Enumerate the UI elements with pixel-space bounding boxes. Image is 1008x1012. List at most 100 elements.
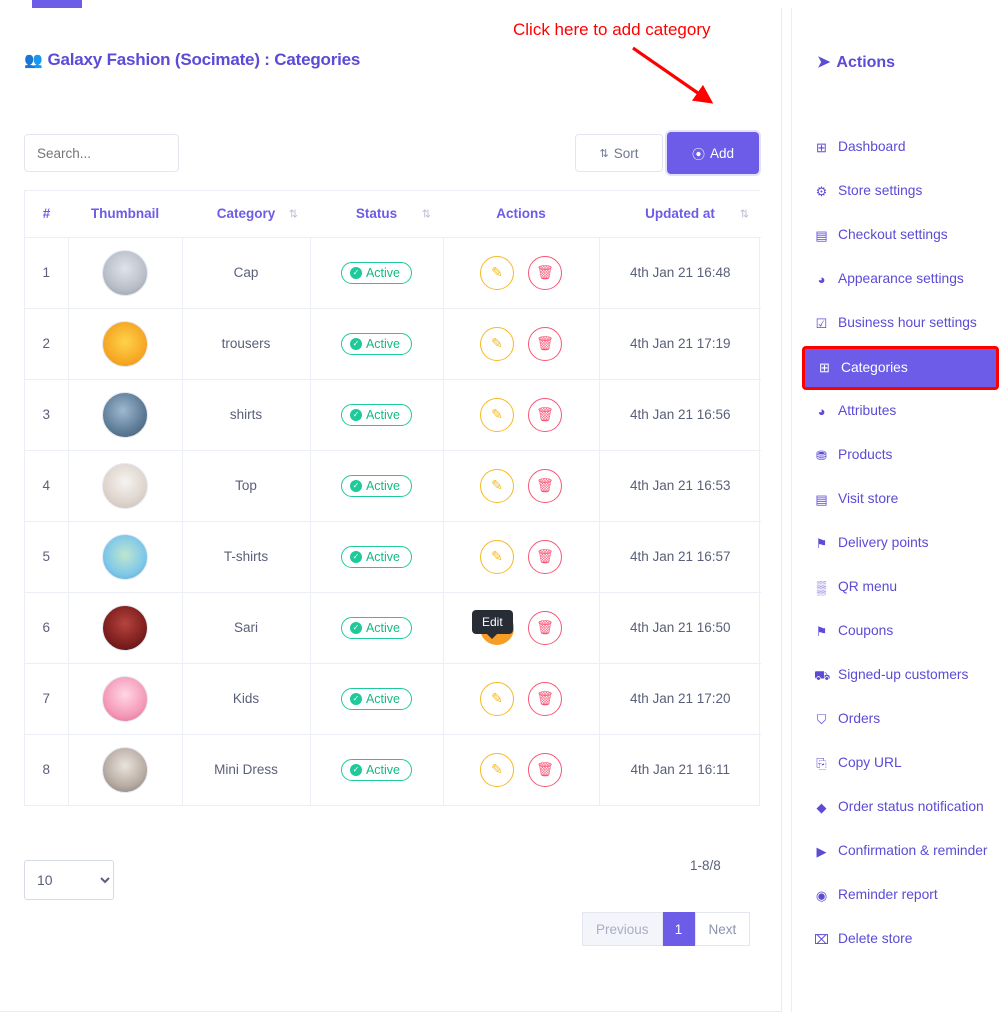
sidebar-item-coupons[interactable]: ⚑ Coupons xyxy=(792,610,1008,654)
status-badge: ✓ Active xyxy=(340,403,413,426)
sidebar-item-appearance-settings[interactable]: ◕ Appearance settings xyxy=(792,258,1008,302)
table-header-row: # Thumbnail Category ⇅ Status ⇅ Actions Up… xyxy=(25,191,761,238)
map-pin-icon: ⚑ xyxy=(815,536,828,551)
status-badge: ✓ Active xyxy=(340,261,413,284)
delete-button[interactable]: 🗑 xyxy=(528,681,562,716)
cell-index: 8 xyxy=(25,733,69,805)
sidebar-item-order-status-notification[interactable]: ◆ Order status notification xyxy=(792,786,1008,830)
topbar-accent xyxy=(32,0,82,8)
cell-updated-at: 4th Jan 21 16:53 xyxy=(599,449,761,521)
pagination-previous[interactable]: Previous xyxy=(582,912,663,946)
sidebar-item-label: Signed-up customers xyxy=(838,667,969,682)
cell-status: ✓ Active xyxy=(310,520,444,592)
cell-updated-at: 4th Jan 21 16:57 xyxy=(599,520,761,592)
status-badge: ✓ Active xyxy=(340,758,413,781)
cell-actions: ✎🗑 xyxy=(443,307,600,379)
sari-thumbnail xyxy=(102,604,148,651)
col-updated[interactable]: Updated at ⇅ xyxy=(599,191,761,238)
cell-updated-at: 4th Jan 21 16:56 xyxy=(599,378,761,450)
tags-icon: ⚑ xyxy=(815,624,828,639)
edit-button[interactable]: ✎ xyxy=(480,255,514,290)
table-row: 8 Mini Dress ✓ Active ✎ 🗑 4th Jan 21 16:11 xyxy=(25,733,761,805)
pagination: Previous 1 Next xyxy=(582,912,751,946)
status-label: Active xyxy=(365,478,401,493)
search-input[interactable] xyxy=(24,134,179,172)
sidebar-item-reminder-report[interactable]: ◉ Reminder report xyxy=(792,874,1008,918)
status-label: Active xyxy=(365,336,401,351)
sort-updown-icon[interactable]: ⇅ xyxy=(289,207,298,220)
add-button[interactable]: ⦿ Add xyxy=(667,132,759,174)
col-category[interactable]: Category ⇅ xyxy=(182,191,310,238)
edit-button[interactable]: ✎ xyxy=(480,468,514,503)
sidebar-list: ⊞ Dashboard ⚙ Store settings ▤ Checkout setti… xyxy=(792,126,1008,962)
edit-button[interactable]: ✎ xyxy=(480,539,514,574)
cell-status: ✓ Active xyxy=(310,733,444,805)
edit-button[interactable]: ✎ xyxy=(480,397,514,432)
cell-actions: ✎🗑 xyxy=(443,662,600,734)
sidebar-item-categories[interactable]: ⊞ Categories xyxy=(802,346,999,390)
delete-button[interactable]: 🗑 xyxy=(528,326,562,361)
users-group-icon: ⛟ xyxy=(814,668,831,683)
sidebar-item-delivery-points[interactable]: ⚑ Delivery points xyxy=(792,522,1008,566)
status-badge: ✓ Active xyxy=(340,545,413,568)
sidebar-item-checkout-settings[interactable]: ▤ Checkout settings xyxy=(792,214,1008,258)
action-buttons: ✎🗑 xyxy=(445,468,598,503)
sidebar-item-attributes[interactable]: ◕ Attributes xyxy=(792,390,1008,434)
status-badge: ✓ Active xyxy=(340,474,413,497)
trash-icon: 🗑 xyxy=(536,406,554,422)
bell-icon: ◆ xyxy=(816,800,827,815)
per-page-select[interactable]: 102550100 xyxy=(24,860,114,900)
status-badge: ✓ Active xyxy=(340,616,413,639)
sidebar-item-products[interactable]: ⛃ Products xyxy=(792,434,1008,478)
paper-plane-icon: ➤ xyxy=(817,54,831,71)
action-buttons: ✎🗑 xyxy=(445,681,598,716)
grid-icon: ⊞ xyxy=(819,360,830,376)
table-row: 4 Top ✓ Active ✎ 🗑 4th Jan 21 16:53 xyxy=(25,449,761,521)
sidebar-item-dashboard[interactable]: ⊞ Dashboard xyxy=(792,126,1008,170)
sidebar-item-label: Attributes xyxy=(838,403,897,418)
delete-button[interactable]: 🗑 xyxy=(528,539,562,574)
delete-button[interactable]: 🗑 xyxy=(528,610,562,645)
sidebar-item-store-settings[interactable]: ⚙ Store settings xyxy=(792,170,1008,214)
sort-updown-icon[interactable]: ⇅ xyxy=(422,207,431,220)
delete-button[interactable]: 🗑 xyxy=(528,468,562,503)
delete-button[interactable]: 🗑 xyxy=(528,255,562,290)
delete-button[interactable]: 🗑 xyxy=(528,397,562,432)
sidebar-item-orders[interactable]: ⛉ Orders xyxy=(792,698,1008,742)
edit-button[interactable]: ✎ xyxy=(480,752,514,787)
annotation-text: Click here to add category xyxy=(513,20,711,39)
pagination-next[interactable]: Next xyxy=(694,912,751,946)
cell-thumbnail xyxy=(68,378,183,450)
sidebar-item-business-hour-settings[interactable]: ☑ Business hour settings xyxy=(792,302,1008,346)
check-icon: ✓ xyxy=(349,408,362,421)
trash-icon: 🗑 xyxy=(536,264,554,280)
sidebar-item-delete-store[interactable]: ⌧ Delete store xyxy=(792,918,1008,962)
action-buttons: ✎🗑 xyxy=(445,326,598,361)
table-row: 6 Sari ✓Active ✎🗑4th Jan 21 16:50 xyxy=(25,591,761,663)
cell-index: 3 xyxy=(25,378,69,450)
delete-button[interactable]: 🗑 xyxy=(528,752,562,787)
edit-button[interactable]: ✎ xyxy=(480,681,514,716)
pencil-square-icon: ✎ xyxy=(491,761,503,778)
shirts-thumbnail xyxy=(102,391,148,438)
cell-thumbnail xyxy=(68,733,183,805)
action-buttons: ✎🗑 xyxy=(445,397,598,432)
sidebar-item-label: Orders xyxy=(838,711,881,726)
sort-button[interactable]: ⇅ Sort xyxy=(575,134,663,172)
cell-thumbnail xyxy=(68,449,183,521)
edit-button[interactable]: ✎ xyxy=(480,326,514,361)
col-status[interactable]: Status ⇅ xyxy=(310,191,443,238)
sidebar-item-copy-url[interactable]: ⎘ Copy URL xyxy=(792,742,1008,786)
pagination-page-1[interactable]: 1 xyxy=(662,912,695,946)
cell-category: T-shirts xyxy=(182,520,311,592)
trash-icon: ⌧ xyxy=(814,932,829,947)
sidebar-item-visit-store[interactable]: ▤ Visit store xyxy=(792,478,1008,522)
record-range: 1-8/8 xyxy=(690,858,721,873)
sort-updown-icon[interactable]: ⇅ xyxy=(740,207,749,220)
cell-category: Cap xyxy=(182,236,311,308)
sidebar-item-qr-menu[interactable]: ▒ QR menu xyxy=(792,566,1008,610)
sidebar-item-confirmation-reminder[interactable]: ▶ Confirmation & reminder xyxy=(792,830,1008,874)
col-thumbnail: Thumbnail xyxy=(68,191,182,238)
sidebar-item-signed-up-customers[interactable]: ⛟ Signed-up customers xyxy=(792,654,1008,698)
check-icon: ✓ xyxy=(349,337,362,350)
